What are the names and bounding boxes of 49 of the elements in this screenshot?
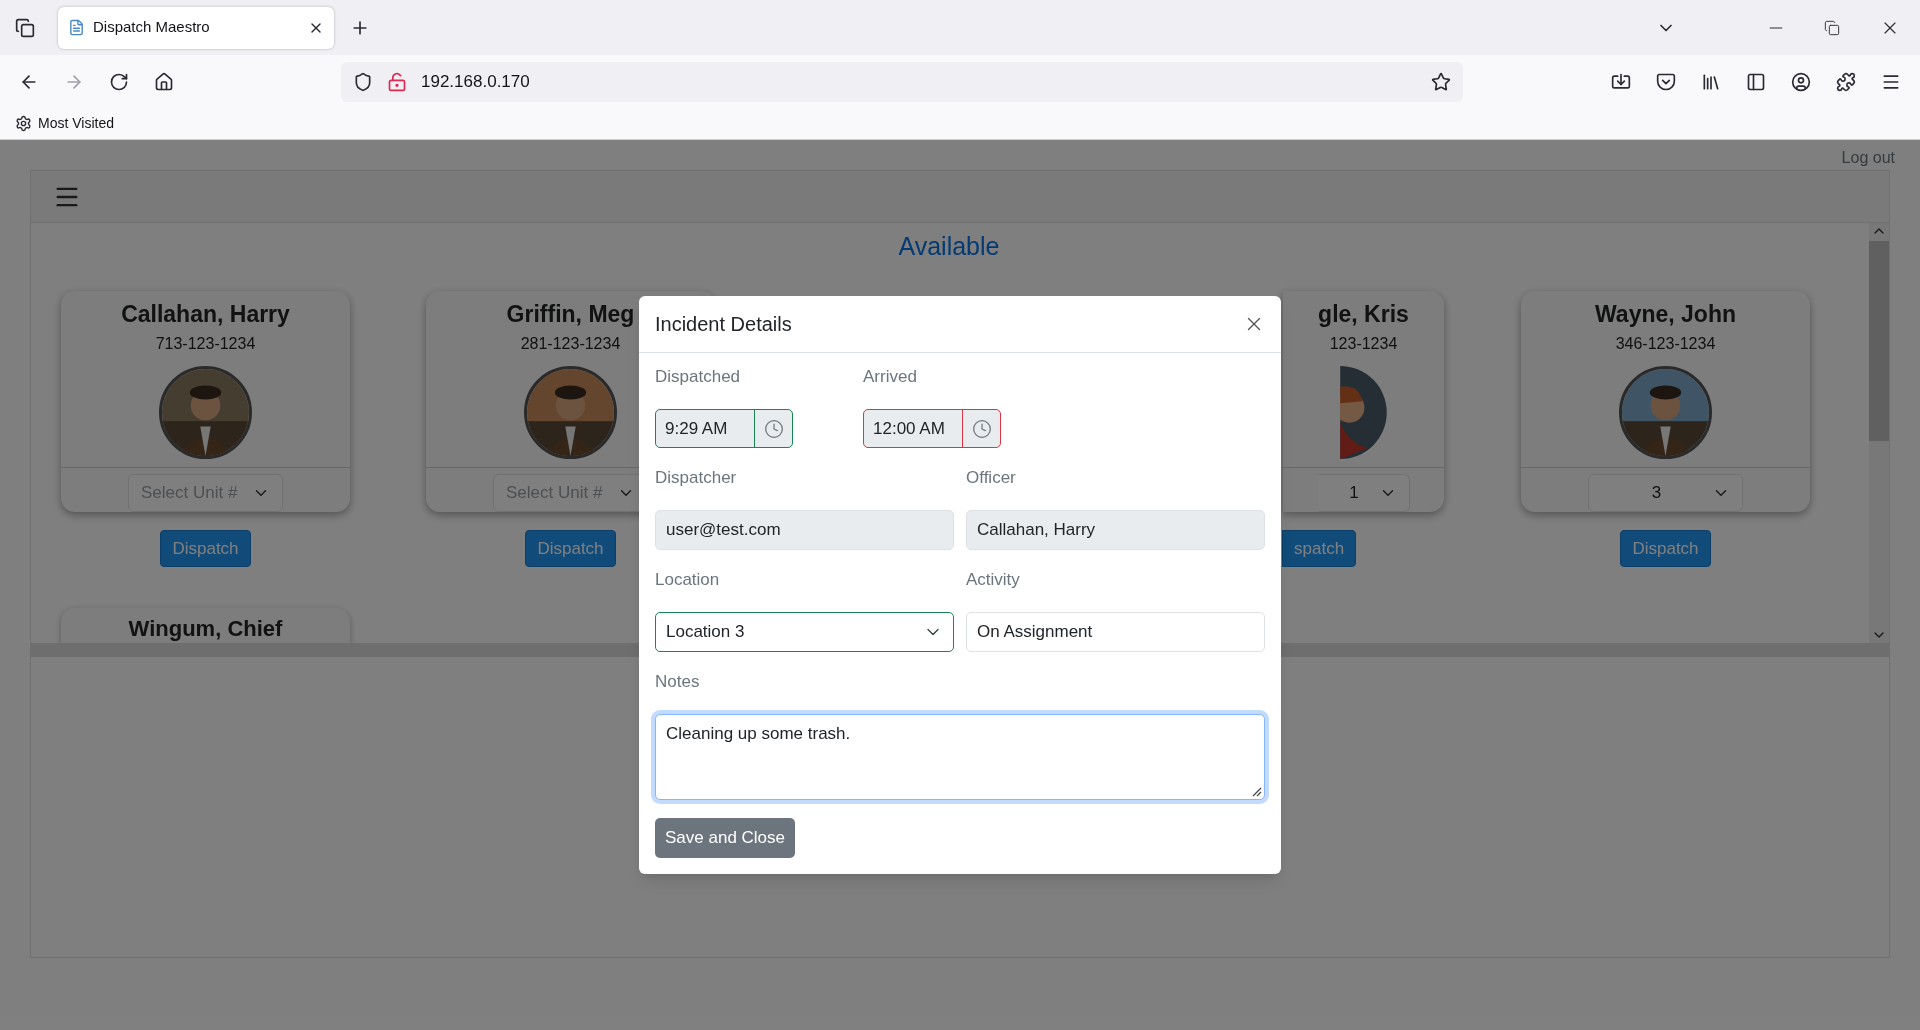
text-field[interactable]: user@test.com: [655, 510, 954, 550]
text-field[interactable]: On Assignment: [966, 612, 1265, 652]
account-icon[interactable]: [1791, 71, 1811, 92]
clock-icon: [763, 418, 784, 439]
sidebar-icon[interactable]: [1746, 71, 1766, 92]
gear-icon: [15, 115, 32, 132]
location-select[interactable]: Location 3: [655, 612, 954, 652]
tab-list-icon[interactable]: [15, 17, 35, 38]
phone-number: 123-1234: [1329, 334, 1398, 354]
dialog-title: Incident Details: [655, 312, 792, 337]
unit-select[interactable]: 1: [1317, 474, 1410, 512]
field-label: Officer: [966, 467, 1017, 489]
scrollbar[interactable]: [1869, 223, 1889, 643]
restore-icon[interactable]: [1824, 19, 1840, 36]
field-label: Notes: [655, 671, 701, 693]
section-title: Available: [898, 231, 1000, 263]
field-label: Location: [655, 569, 721, 591]
resize-handle-icon[interactable]: [1250, 785, 1262, 797]
officer-name: Griffin, Meg: [506, 300, 635, 329]
home-icon[interactable]: [154, 71, 174, 92]
phone-number: 713-123-1234: [155, 334, 256, 354]
clock-icon: [971, 418, 992, 439]
address-bar[interactable]: 192.168.0.170: [341, 61, 1463, 102]
officer-name: Wingum, Chief: [128, 615, 283, 643]
bookmark-item[interactable]: Most Visited: [15, 113, 114, 134]
field-label: Dispatched: [655, 366, 742, 388]
extensions-icon[interactable]: [1836, 71, 1856, 92]
officer-name: Callahan, Harry: [121, 300, 290, 329]
officer-name: gle, Kris: [1318, 300, 1409, 329]
phone-number: 346-123-1234: [1615, 334, 1716, 354]
pocket-icon[interactable]: [1656, 71, 1676, 92]
time-field[interactable]: 12:00 AM: [863, 409, 1001, 448]
time-field[interactable]: 9:29 AM: [655, 409, 793, 448]
field-label: Arrived: [863, 366, 918, 388]
phone-number: 281-123-1234: [520, 334, 621, 354]
officer-name: Wayne, John: [1595, 300, 1736, 329]
page-icon: [68, 19, 85, 36]
field-label: Dispatcher: [655, 467, 738, 489]
unit-select[interactable]: 3: [1588, 474, 1743, 512]
field-label: Activity: [966, 569, 1021, 591]
save-and-close-button[interactable]: Save and Close: [655, 818, 796, 858]
text-field[interactable]: Callahan, Harry: [966, 510, 1265, 550]
lock-icon: [387, 71, 407, 92]
reload-icon[interactable]: [109, 71, 129, 92]
shield-icon: [353, 71, 373, 92]
notes-field[interactable]: Cleaning up some trash.: [655, 714, 1265, 800]
star-icon[interactable]: [1431, 71, 1451, 92]
browser-tab[interactable]: Dispatch Maestro: [58, 6, 334, 49]
save-icon[interactable]: [1611, 71, 1631, 92]
